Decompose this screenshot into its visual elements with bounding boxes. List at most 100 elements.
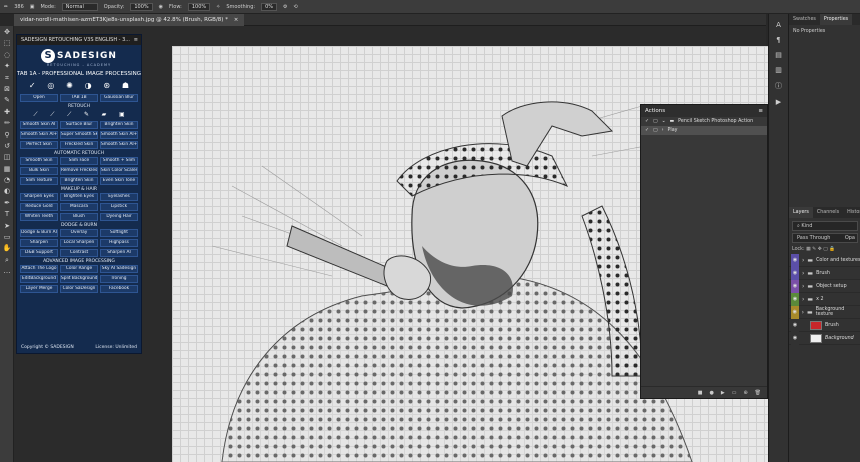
- tab-swatches[interactable]: Swatches: [789, 14, 820, 25]
- airbrush-icon[interactable]: ✧: [216, 4, 220, 10]
- stop-icon[interactable]: ■: [698, 387, 703, 398]
- new-set-icon[interactable]: ▭: [732, 387, 737, 398]
- play-icon[interactable]: ▶: [721, 387, 725, 398]
- check-icon[interactable]: ✓: [645, 126, 649, 135]
- collapse-icon[interactable]: ›: [662, 126, 664, 135]
- sharpen-eyes-button[interactable]: Sharpen Eyes: [20, 193, 58, 201]
- chevron-right-icon[interactable]: ›: [802, 257, 804, 264]
- brush-size[interactable]: 386: [14, 4, 24, 10]
- checkmark-icon[interactable]: ✓: [29, 81, 36, 90]
- d-b-support-button[interactable]: D&B Support: [20, 249, 58, 257]
- chevron-right-icon[interactable]: ›: [802, 309, 804, 316]
- bandage-icon[interactable]: ▰: [102, 111, 107, 119]
- info-icon[interactable]: ⓘ: [769, 81, 788, 91]
- tab-layers[interactable]: Layers: [789, 207, 813, 218]
- eraser-icon[interactable]: ◫: [2, 152, 12, 162]
- brush-icon[interactable]: ⟋: [67, 111, 71, 119]
- target-icon[interactable]: ⊛: [103, 81, 110, 90]
- dyeing-hair-button[interactable]: Dyeing Hair: [100, 213, 138, 221]
- libraries-icon[interactable]: ▤: [769, 51, 788, 59]
- layer-row[interactable]: ◉ › ▬ Brush: [789, 266, 860, 280]
- action-set-row[interactable]: ✓ ▢ ⌄ ▬ Pencil Sketch Photoshop Action: [641, 117, 767, 126]
- visibility-eye-icon[interactable]: ◉: [791, 266, 799, 280]
- chevron-right-icon[interactable]: ›: [802, 296, 804, 303]
- layer-filter-select[interactable]: ⌕ Kind: [792, 221, 858, 231]
- tab-1b-button[interactable]: TAB 1B: [60, 94, 98, 102]
- plugin-menu-icon[interactable]: ≡: [134, 35, 138, 45]
- actions-title[interactable]: Actions: [645, 108, 665, 114]
- visibility-eye-icon[interactable]: ◉: [791, 292, 799, 306]
- chevron-right-icon[interactable]: ›: [802, 283, 804, 290]
- sharpen-button[interactable]: Sharpen: [20, 239, 58, 247]
- healing-icon[interactable]: ✚: [2, 107, 12, 117]
- editbackground-button[interactable]: EditBackground: [20, 275, 58, 283]
- visibility-eye-icon[interactable]: ◉: [791, 305, 799, 319]
- history-brush-icon[interactable]: ↺: [2, 141, 12, 151]
- brighten-eyes-button[interactable]: Brighten Eyes: [60, 193, 98, 201]
- close-icon[interactable]: ×: [234, 17, 239, 23]
- brush-preset-icon[interactable]: ▣: [30, 4, 35, 10]
- mascara-button[interactable]: Mascara: [60, 203, 98, 211]
- gaussian-blur-button[interactable]: Gaussian Blur: [100, 94, 138, 102]
- more-icon[interactable]: …: [2, 266, 12, 276]
- layer-row[interactable]: ◉ Brush: [789, 318, 860, 332]
- eyedropper-icon[interactable]: ✎: [2, 95, 12, 105]
- type-panel-icon[interactable]: A: [769, 21, 788, 29]
- sharpen-ai-button[interactable]: Sharpen AI: [100, 249, 138, 257]
- dodge-icon[interactable]: ◐: [2, 186, 12, 196]
- smooth-skin-ai-button[interactable]: Smooth Skin AI+++: [100, 141, 138, 149]
- gradient-icon[interactable]: ▦: [2, 164, 12, 174]
- gear-icon[interactable]: ⚙: [283, 4, 287, 10]
- even-skin-tone-button[interactable]: Even Skin Tone: [100, 177, 138, 185]
- lock-all-icon[interactable]: 🔒: [829, 247, 835, 252]
- color-range-button[interactable]: Color Range: [60, 265, 98, 273]
- pen-icon[interactable]: ✒: [2, 198, 12, 208]
- lipstick-button[interactable]: Lipstick: [100, 203, 138, 211]
- layer-row[interactable]: ◉ › ▬ Background texture: [789, 305, 860, 319]
- skin-color-scales-button[interactable]: Skin Color Scales: [100, 167, 138, 175]
- lock-artboard-icon[interactable]: ▢: [823, 247, 828, 252]
- expand-icon[interactable]: ⌄: [662, 117, 666, 126]
- dialog-toggle-icon[interactable]: ▢: [653, 117, 658, 126]
- blend-mode-select[interactable]: Pass Through Opa: [792, 233, 858, 243]
- mode-select[interactable]: Normal: [61, 2, 98, 11]
- layer-row[interactable]: ◉ › ▬ Object setup: [789, 279, 860, 293]
- move-icon[interactable]: ✥: [2, 27, 12, 37]
- bulk-skin-button[interactable]: Bulk Skin: [20, 167, 58, 175]
- pressure-opacity-icon[interactable]: ◉: [159, 4, 163, 10]
- document-tab[interactable]: vidar-nordli-mathisen-azmET3Kje8s-unspla…: [14, 14, 245, 26]
- contrast-button[interactable]: Contrast: [60, 249, 98, 257]
- shape-icon[interactable]: ▭: [2, 232, 12, 242]
- surface-blur-button[interactable]: Surface Blur: [60, 121, 98, 129]
- brighten-skin-button[interactable]: Brighten Skin: [100, 121, 138, 129]
- super-smooth-skin-button[interactable]: Super Smooth Skin: [60, 131, 98, 139]
- smooth-skin-ai-button[interactable]: Smooth Skin AI++: [100, 131, 138, 139]
- smooth-slim-button[interactable]: Smooth + Slim: [100, 157, 138, 165]
- layer-row[interactable]: ◉ › ▬ Color and textures: [789, 253, 860, 267]
- trash-icon[interactable]: 🗑: [755, 387, 761, 398]
- visibility-eye-icon[interactable]: ◉: [791, 253, 799, 267]
- split-background-button[interactable]: Split Background: [60, 275, 98, 283]
- adjustments-icon[interactable]: ▥: [769, 66, 788, 74]
- square-icon[interactable]: ▣: [119, 111, 125, 119]
- dodge-burn-ai-button[interactable]: Dodge & Burn AI: [20, 229, 58, 237]
- visibility-eye-icon[interactable]: ◉: [791, 331, 799, 345]
- layer-row[interactable]: ◉ Background: [789, 331, 860, 345]
- highpass-button[interactable]: Highpass: [100, 239, 138, 247]
- layer-row[interactable]: ◉ › ▬ x 2: [789, 292, 860, 306]
- dialog-toggle-icon[interactable]: ▢: [653, 126, 658, 135]
- tab-properties[interactable]: Properties: [819, 14, 853, 25]
- paragraph-icon[interactable]: ¶: [769, 36, 788, 44]
- slim-texture-button[interactable]: Slim Texture: [20, 177, 58, 185]
- local-sharpen-button[interactable]: Local Sharpen: [60, 239, 98, 247]
- freckled-skin-button[interactable]: Freckled Skin: [60, 141, 98, 149]
- layer-merge-button[interactable]: Layer Merge: [20, 285, 58, 293]
- overlay-button[interactable]: Overlay: [60, 229, 98, 237]
- smooth-skin-ai-button[interactable]: Smooth Skin AI: [20, 121, 58, 129]
- visibility-eye-icon[interactable]: ◉: [791, 318, 799, 332]
- marquee-icon[interactable]: ⬚: [2, 38, 12, 48]
- ironing-button[interactable]: Ironing: [100, 275, 138, 283]
- check-icon[interactable]: ✓: [645, 117, 649, 126]
- eyelashes-button[interactable]: Eyelashes: [100, 193, 138, 201]
- quick-select-icon[interactable]: ✦: [2, 61, 12, 71]
